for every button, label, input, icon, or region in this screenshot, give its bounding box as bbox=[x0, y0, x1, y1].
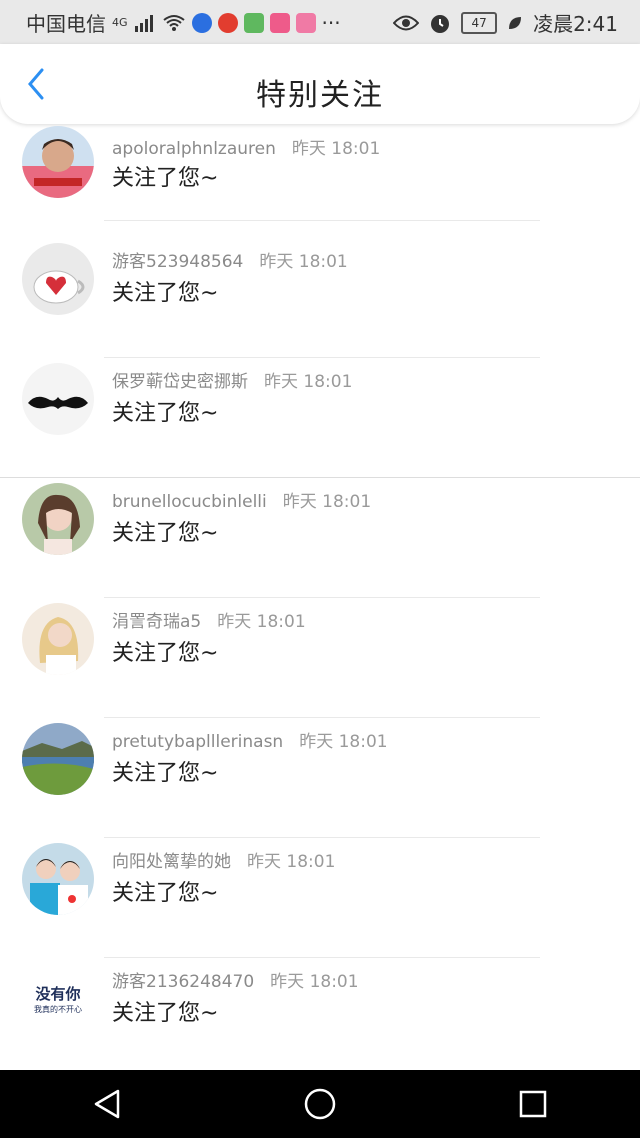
message-text: 关注了您~ bbox=[112, 281, 219, 306]
avatar[interactable] bbox=[22, 243, 94, 315]
nav-recents-button[interactable] bbox=[503, 1074, 563, 1134]
avatar[interactable] bbox=[22, 723, 94, 795]
user-name[interactable]: 保罗蕲岱史密挪斯 bbox=[112, 372, 248, 392]
user-name[interactable]: apoloralphnlzauren bbox=[112, 139, 276, 159]
divider bbox=[104, 220, 540, 221]
timestamp: 昨天 18:01 bbox=[299, 732, 388, 752]
carrier-label: 中国电信 bbox=[26, 12, 106, 36]
list-item[interactable]: 保罗蕲岱史密挪斯 昨天 18:01 关注了您~ bbox=[0, 359, 640, 478]
user-name-line: 向阳处篱挚的她 昨天 18:01 bbox=[112, 847, 335, 872]
message-text: 关注了您~ bbox=[112, 401, 219, 426]
status-left: 中国电信 4G ··· bbox=[26, 8, 341, 37]
user-name-line: 保罗蕲岱史密挪斯 昨天 18:01 bbox=[112, 367, 352, 392]
timestamp: 昨天 18:01 bbox=[217, 612, 306, 632]
avatar-text: 没有你 bbox=[35, 985, 81, 1003]
user-name-line: pretutybaplllerinasn 昨天 18:01 bbox=[112, 727, 388, 752]
divider bbox=[0, 477, 640, 478]
divider bbox=[104, 717, 540, 718]
user-name[interactable]: pretutybaplllerinasn bbox=[112, 732, 283, 752]
more-notifications-icon: ··· bbox=[321, 10, 341, 35]
clock: 凌晨2:41 bbox=[533, 12, 618, 36]
user-name[interactable]: brunellocucbinlelli bbox=[112, 492, 267, 512]
avatar[interactable] bbox=[22, 483, 94, 555]
list-item[interactable]: brunellocucbinlelli 昨天 18:01 关注了您~ bbox=[0, 479, 640, 598]
nav-home-button[interactable] bbox=[290, 1074, 350, 1134]
list-item[interactable]: apoloralphnlzauren 昨天 18:01 关注了您~ bbox=[0, 124, 640, 243]
divider bbox=[104, 957, 540, 958]
user-name-line: apoloralphnlzauren 昨天 18:01 bbox=[112, 134, 380, 159]
list-item[interactable]: 向阳处篱挚的她 昨天 18:01 关注了您~ bbox=[0, 839, 640, 958]
divider bbox=[104, 597, 540, 598]
wifi-icon bbox=[162, 14, 185, 31]
leaf-icon bbox=[509, 16, 522, 29]
divider bbox=[104, 837, 540, 838]
app-badge-pink-icon bbox=[269, 12, 290, 33]
user-name[interactable]: 游客2136248470 bbox=[112, 972, 254, 992]
message-text: 关注了您~ bbox=[112, 881, 219, 906]
message-text: 关注了您~ bbox=[112, 166, 219, 191]
timestamp: 昨天 18:01 bbox=[291, 139, 381, 159]
list-item[interactable]: 没有你 我真的不开心 游客2136248470 昨天 18:01 关注了您~ bbox=[0, 959, 640, 1078]
timestamp: 昨天 18:01 bbox=[282, 492, 372, 512]
list-item[interactable]: pretutybaplllerinasn 昨天 18:01 关注了您~ bbox=[0, 719, 640, 838]
timestamp: 昨天 18:01 bbox=[270, 972, 359, 992]
avatar-subtext: 我真的不开心 bbox=[34, 1005, 82, 1014]
alarm-icon bbox=[431, 14, 450, 33]
message-text: 关注了您~ bbox=[112, 761, 219, 786]
square-recents-icon bbox=[520, 1090, 547, 1118]
message-text: 关注了您~ bbox=[112, 521, 219, 546]
header-bar: 特别关注 bbox=[0, 44, 640, 124]
divider bbox=[104, 357, 540, 358]
battery-icon: 47 bbox=[461, 11, 498, 34]
user-name-line: brunellocucbinlelli 昨天 18:01 bbox=[112, 487, 371, 512]
user-name[interactable]: 涓詈奇瑞a5 bbox=[112, 612, 201, 632]
avatar[interactable]: 没有你 我真的不开心 bbox=[22, 963, 94, 1035]
list-item[interactable]: 涓詈奇瑞a5 昨天 18:01 关注了您~ bbox=[0, 599, 640, 718]
user-name-line: 游客2136248470 昨天 18:01 bbox=[112, 967, 359, 992]
list-item[interactable]: 游客523948564 昨天 18:01 关注了您~ bbox=[0, 239, 640, 358]
message-text: 关注了您~ bbox=[112, 641, 219, 666]
system-nav-bar bbox=[0, 1070, 640, 1138]
message-text: 关注了您~ bbox=[112, 1001, 219, 1026]
timestamp: 昨天 18:01 bbox=[259, 252, 348, 272]
app-badge-icon bbox=[243, 12, 264, 33]
timestamp: 昨天 18:01 bbox=[247, 852, 336, 872]
user-name[interactable]: 游客523948564 bbox=[112, 252, 243, 272]
eye-icon bbox=[393, 15, 420, 30]
user-name-line: 涓詈奇瑞a5 昨天 18:01 bbox=[112, 607, 306, 632]
avatar[interactable] bbox=[22, 363, 94, 435]
app-notification-icon bbox=[191, 12, 212, 33]
avatar[interactable] bbox=[22, 843, 94, 915]
app-badge-cat-icon bbox=[295, 12, 316, 33]
network-label: 4G bbox=[112, 16, 128, 29]
signal-icon bbox=[134, 14, 153, 32]
avatar[interactable] bbox=[22, 603, 94, 675]
weibo-icon bbox=[217, 12, 238, 33]
status-bar: 中国电信 4G ··· 47 凌晨2:41 bbox=[0, 0, 640, 44]
timestamp: 昨天 18:01 bbox=[264, 372, 353, 392]
status-right: 47 凌晨2:41 bbox=[393, 8, 618, 37]
user-name-line: 游客523948564 昨天 18:01 bbox=[112, 247, 348, 272]
page-title: 特别关注 bbox=[256, 78, 384, 113]
user-name[interactable]: 向阳处篱挚的她 bbox=[112, 852, 231, 872]
triangle-back-icon bbox=[94, 1089, 119, 1119]
circle-home-icon bbox=[304, 1088, 336, 1120]
avatar[interactable] bbox=[22, 126, 94, 198]
nav-back-button[interactable] bbox=[77, 1074, 137, 1134]
